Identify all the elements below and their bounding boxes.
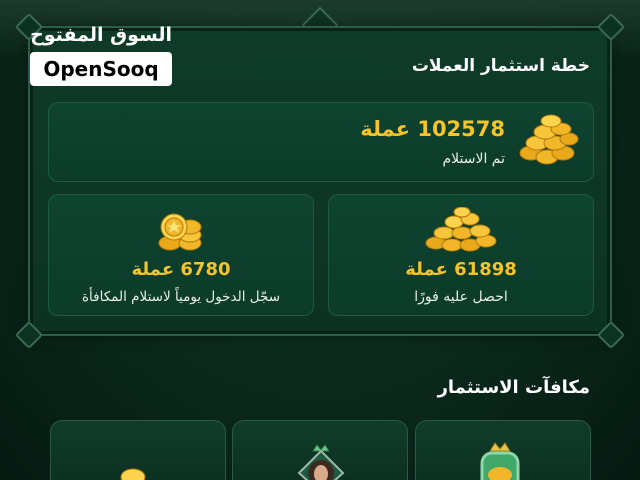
watermark-latin-text: OpenSooq [30,52,172,86]
trophy-badge-icon [468,441,532,480]
rewards-section-title: مكافآت الاستثمار [437,377,590,398]
watermark-arabic-text: السوق المفتوح [30,24,172,46]
total-amount: 102578 عملة [360,117,505,141]
coin-pile-icon [109,465,157,480]
instant-coins-card: 61898 عملة احصل عليه فورًا [328,194,594,316]
coin-stack-icon [156,209,210,257]
instant-label: احصل عليه فورًا [414,289,508,305]
reward-card[interactable] [50,420,226,480]
instant-amount: 61898 عملة [405,259,517,280]
daily-coins-card: 6780 عملة سجّل الدخول يومياً لاستلام الم… [48,194,314,316]
coin-pile-icon [517,111,579,171]
daily-amount: 6780 عملة [131,259,231,280]
daily-label: سجّل الدخول يومياً لاستلام المكافأة [81,289,281,305]
opensooq-watermark: السوق المفتوح OpenSooq [26,22,172,86]
avatar-crown-icon [289,443,353,480]
panel-title: خطة استثمار العملات [411,56,590,76]
corner-ornament [596,320,626,350]
total-coins-card: 102578 عملة تم الاستلام [48,102,594,182]
coin-pile-icon [424,206,500,259]
reward-card[interactable] [232,420,408,480]
corner-ornament [14,320,44,350]
reward-card[interactable] [415,420,591,480]
total-status: تم الاستلام [442,151,505,167]
